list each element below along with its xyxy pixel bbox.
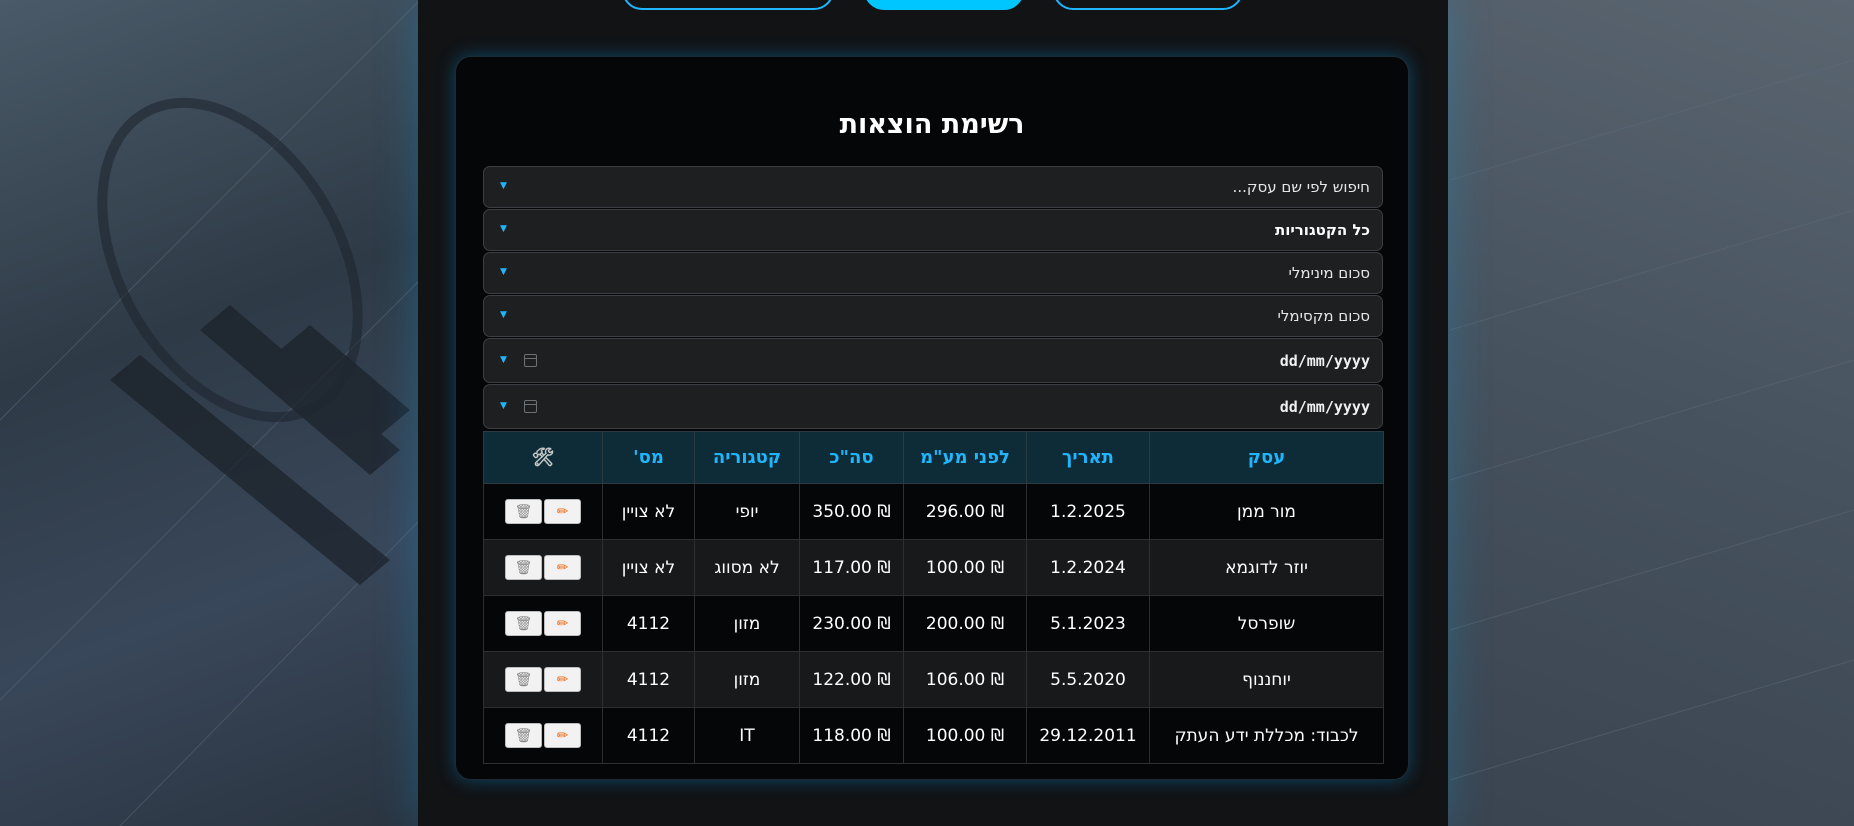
edit-button[interactable]: ✏ (544, 723, 581, 748)
table-header-row: עסק תאריך לפני מע"מ סה"כ קטגוריה מס' 🛠 (483, 431, 1384, 484)
cell-tax: לא צויין (602, 483, 695, 540)
chevron-down-icon: ▼ (500, 355, 507, 365)
pencil-icon: ✏ (556, 727, 569, 744)
table-row: יוזר לדוגמא 1.2.2024 ₪ 100.00 ₪ 117.00 ל… (483, 539, 1384, 596)
cell-total: ₪ 350.00 (799, 483, 904, 540)
category-select[interactable]: כל הקטגוריות ▼ (483, 209, 1383, 251)
cell-business: לכבוד: מכללת ידע העתק (1149, 707, 1384, 764)
header-date[interactable]: תאריך (1026, 431, 1150, 484)
expenses-table: עסק תאריך לפני מע"מ סה"כ קטגוריה מס' 🛠 מ… (483, 431, 1384, 764)
chevron-down-icon: ▼ (500, 310, 507, 320)
date-to-input[interactable]: dd/mm/yyyy ▼ (483, 384, 1383, 429)
date-from-value: dd/mm/yyyy (1279, 352, 1370, 370)
cell-before-vat: ₪ 200.00 (903, 595, 1027, 652)
cell-before-vat: ₪ 100.00 (903, 539, 1027, 596)
trash-icon: 🗑 (514, 671, 533, 688)
cell-tax: 4112 (602, 651, 695, 708)
delete-button[interactable]: 🗑 (505, 555, 542, 580)
cell-total: ₪ 117.00 (799, 539, 904, 596)
cell-actions: 🗑 ✏ (483, 483, 603, 540)
cell-before-vat: ₪ 106.00 (903, 651, 1027, 708)
delete-button[interactable]: 🗑 (505, 611, 542, 636)
cell-total: ₪ 122.00 (799, 651, 904, 708)
date-to-value: dd/mm/yyyy (1279, 398, 1370, 416)
cell-category: לא מסווג (694, 539, 800, 596)
cell-business: שופרסל (1149, 595, 1384, 652)
min-amount-select[interactable]: סכום מינימלי ▼ (483, 252, 1383, 294)
cell-total: ₪ 118.00 (799, 707, 904, 764)
cell-date: 29.12.2011 (1026, 707, 1150, 764)
max-amount-select[interactable]: סכום מקסימלי ▼ (483, 295, 1383, 337)
cell-business: יוזר לדוגמא (1149, 539, 1384, 596)
cell-tax: 4112 (602, 707, 695, 764)
pencil-icon: ✏ (556, 671, 569, 688)
trash-icon: 🗑 (514, 503, 533, 520)
cell-before-vat: ₪ 100.00 (903, 707, 1027, 764)
table-row: שופרסל 5.1.2023 ₪ 200.00 ₪ 230.00 מזון 4… (483, 595, 1384, 652)
expenses-card: רשימת הוצאות חיפוש לפי שם עסק... ▼ כל הק… (455, 56, 1409, 780)
edit-button[interactable]: ✏ (544, 667, 581, 692)
table-row: יוחננוף 5.5.2020 ₪ 106.00 ₪ 122.00 מזון … (483, 651, 1384, 708)
cell-actions: 🗑 ✏ (483, 595, 603, 652)
edit-button[interactable]: ✏ (544, 611, 581, 636)
header-tax[interactable]: מס' (602, 431, 695, 484)
calendar-icon[interactable] (524, 400, 537, 413)
cell-date: 1.2.2025 (1026, 483, 1150, 540)
pencil-icon: ✏ (556, 615, 569, 632)
trash-icon: 🗑 (514, 559, 533, 576)
cell-before-vat: ₪ 296.00 (903, 483, 1027, 540)
cell-date: 5.1.2023 (1026, 595, 1150, 652)
min-amount-placeholder: סכום מינימלי (1288, 264, 1370, 282)
pencil-icon: ✏ (556, 503, 569, 520)
nav-button-right[interactable] (1053, 0, 1243, 10)
cell-category: מזון (694, 651, 800, 708)
trash-icon: 🗑 (514, 615, 533, 632)
header-business[interactable]: עסק (1149, 431, 1384, 484)
cell-category: IT (694, 707, 800, 764)
delete-button[interactable]: 🗑 (505, 723, 542, 748)
max-amount-placeholder: סכום מקסימלי (1277, 307, 1370, 325)
chevron-down-icon: ▼ (500, 181, 507, 191)
cell-category: מזון (694, 595, 800, 652)
cell-date: 1.2.2024 (1026, 539, 1150, 596)
cell-actions: 🗑 ✏ (483, 651, 603, 708)
page-title: רשימת הוצאות (839, 109, 1025, 140)
calendar-icon[interactable] (524, 354, 537, 367)
cell-category: יופי (694, 483, 800, 540)
trash-icon: 🗑 (514, 727, 533, 744)
search-business-placeholder: חיפוש לפי שם עסק... (1232, 178, 1370, 196)
header-category[interactable]: קטגוריה (694, 431, 800, 484)
delete-button[interactable]: 🗑 (505, 499, 542, 524)
table-row: לכבוד: מכללת ידע העתק 29.12.2011 ₪ 100.0… (483, 707, 1384, 764)
edit-button[interactable]: ✏ (544, 499, 581, 524)
table-row: מור ממן 1.2.2025 ₪ 296.00 ₪ 350.00 יופי … (483, 483, 1384, 540)
cell-tax: לא צויין (602, 539, 695, 596)
delete-button[interactable]: 🗑 (505, 667, 542, 692)
pencil-icon: ✏ (556, 559, 569, 576)
header-before-vat[interactable]: לפני מע"מ (903, 431, 1027, 484)
cell-actions: 🗑 ✏ (483, 539, 603, 596)
date-from-input[interactable]: dd/mm/yyyy ▼ (483, 338, 1383, 383)
cell-date: 5.5.2020 (1026, 651, 1150, 708)
category-selected-value: כל הקטגוריות (1274, 221, 1370, 239)
nav-button-active[interactable] (864, 0, 1024, 10)
edit-button[interactable]: ✏ (544, 555, 581, 580)
cell-actions: 🗑 ✏ (483, 707, 603, 764)
tools-icon: 🛠 (531, 447, 555, 468)
cell-business: מור ממן (1149, 483, 1384, 540)
cell-tax: 4112 (602, 595, 695, 652)
search-business-select[interactable]: חיפוש לפי שם עסק... ▼ (483, 166, 1383, 208)
chevron-down-icon: ▼ (500, 267, 507, 277)
header-actions: 🛠 (483, 431, 603, 484)
chevron-down-icon: ▼ (500, 224, 507, 234)
chevron-down-icon: ▼ (500, 401, 507, 411)
nav-button-left[interactable] (622, 0, 834, 10)
header-total[interactable]: סה"כ (799, 431, 904, 484)
cell-business: יוחננוף (1149, 651, 1384, 708)
cell-total: ₪ 230.00 (799, 595, 904, 652)
